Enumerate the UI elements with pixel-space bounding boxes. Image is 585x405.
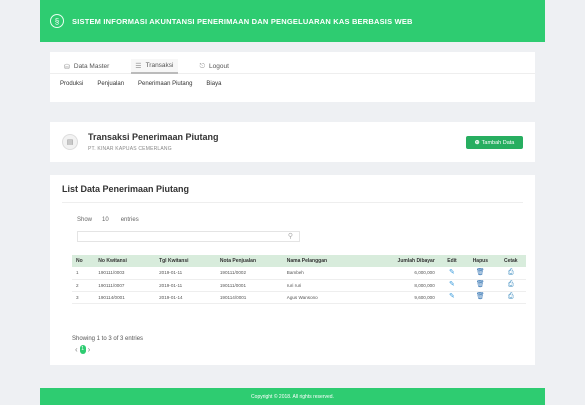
sub-nav: Produksi Penjualan Penerimaan Piutang Bi… xyxy=(50,74,535,87)
subnav-biaya[interactable]: Biaya xyxy=(206,81,221,87)
trash-icon[interactable]: 🗑 xyxy=(476,281,485,289)
logout-icon: ⎋ xyxy=(199,62,206,70)
navigation-card: ⛁ Data Master ☰ Transaksi ⎋ Logout Produ… xyxy=(50,52,535,102)
divider xyxy=(62,202,523,203)
col-edit: Edit xyxy=(447,258,457,264)
page-title: Transaksi Penerimaan Piutang xyxy=(88,132,219,142)
edit-icon[interactable]: ✎ xyxy=(449,281,455,289)
table-row: 2 190111/0007 2019-01-11 190111/0001 rur… xyxy=(72,279,526,291)
page-subtitle: PT. KINAR KAPUAS CEMERLANG xyxy=(88,146,172,152)
list-card: List Data Penerimaan Piutang Show 10 ent… xyxy=(50,175,535,365)
search-input[interactable]: ⚲ xyxy=(77,231,300,242)
main-nav: ⛁ Data Master ☰ Transaksi ⎋ Logout xyxy=(50,52,535,74)
search-icon: ⚲ xyxy=(287,233,293,240)
col-jumlah[interactable]: Jumlah Dibayar xyxy=(384,255,439,267)
edit-icon[interactable]: ✎ xyxy=(449,269,455,277)
nav-data-master-label: Data Master xyxy=(73,63,110,70)
cell-jumlah: 6,000,000 xyxy=(414,270,435,276)
table-row: 1 190111/0003 2019-01-11 190111/0002 Bam… xyxy=(72,267,526,279)
col-nota[interactable]: Nota Penjualan xyxy=(216,255,283,267)
add-data-button[interactable]: ⊕ Tambah Data xyxy=(466,136,523,149)
logo-icon: § xyxy=(50,14,64,28)
cell-kwitansi: 190111/0003 xyxy=(98,270,125,276)
nav-logout[interactable]: ⎋ Logout xyxy=(196,59,233,74)
cell-nota: 190111/0001 xyxy=(219,282,247,288)
nav-data-master[interactable]: ⛁ Data Master xyxy=(60,59,113,74)
nav-transaksi-label: Transaksi xyxy=(145,62,174,69)
cell-nota: 190114/0001 xyxy=(219,294,247,300)
edit-icon[interactable]: ✎ xyxy=(449,293,455,301)
col-kwitansi[interactable]: No Kwitansi xyxy=(94,255,155,267)
cell-no: 2 xyxy=(76,282,79,288)
cell-tgl: 2019-01-14 xyxy=(159,294,183,300)
page-header-card: ▤ Transaksi Penerimaan Piutang PT. KINAR… xyxy=(50,122,535,162)
subnav-produksi[interactable]: Produksi xyxy=(60,81,83,87)
show-label: Show xyxy=(77,217,93,223)
cell-no: 1 xyxy=(76,270,79,276)
app-title: SISTEM INFORMASI AKUNTANSI PENERIMAAN DA… xyxy=(72,16,413,26)
table-row: 3 190114/0001 2019-01-14 190114/0001 Agu… xyxy=(72,291,526,303)
cell-pelanggan: Bambeh xyxy=(286,270,304,276)
page-1-button[interactable]: 1 xyxy=(79,345,86,354)
cell-tgl: 2019-01-11 xyxy=(159,282,183,288)
table-info: Showing 1 to 3 of 3 entries xyxy=(72,336,144,342)
pagination: ‹ 1 › xyxy=(75,345,90,354)
entries-select[interactable]: 10 xyxy=(102,217,109,223)
add-data-label: Tambah Data xyxy=(481,139,515,146)
top-header: § SISTEM INFORMASI AKUNTANSI PENERIMAAN … xyxy=(40,0,545,42)
cell-pelanggan: ruri ruri xyxy=(286,282,302,288)
entries-control: Show 10 entries xyxy=(77,217,139,223)
cell-jumlah: 8,000,000 xyxy=(414,282,435,288)
trash-icon[interactable]: 🗑 xyxy=(476,293,485,301)
subnav-penerimaan-piutang[interactable]: Penerimaan Piutang xyxy=(138,81,192,87)
cell-tgl: 2019-01-11 xyxy=(159,270,183,276)
list-title: List Data Penerimaan Piutang xyxy=(62,184,190,194)
database-icon: ⛁ xyxy=(64,63,70,71)
col-pelanggan[interactable]: Nama Pelanggan xyxy=(283,255,384,267)
print-icon[interactable]: ⎙ xyxy=(508,293,514,301)
list-icon: ☰ xyxy=(135,62,142,70)
cell-no: 3 xyxy=(76,294,79,300)
copyright-text: Copyright © 2018. All rights reserved. xyxy=(251,393,334,400)
receivables-table: No No Kwitansi Tgl Kwitansi Nota Penjual… xyxy=(72,255,526,304)
cell-nota: 190111/0002 xyxy=(219,270,247,276)
footer-bar: Copyright © 2018. All rights reserved. xyxy=(40,388,545,405)
nav-transaksi[interactable]: ☰ Transaksi xyxy=(131,59,178,74)
col-tgl[interactable]: Tgl Kwitansi xyxy=(155,255,216,267)
entries-label: entries xyxy=(120,217,139,223)
cell-kwitansi: 190111/0007 xyxy=(98,282,125,288)
plus-icon: ⊕ xyxy=(474,140,480,146)
col-cetak: Cetak xyxy=(503,258,518,264)
next-page-icon[interactable]: › xyxy=(88,345,91,354)
cell-kwitansi: 190114/0001 xyxy=(98,294,125,300)
cell-pelanggan: Agus Wansono xyxy=(286,294,318,300)
nav-logout-label: Logout xyxy=(209,63,229,70)
print-icon[interactable]: ⎙ xyxy=(508,281,514,289)
prev-page-icon[interactable]: ‹ xyxy=(75,345,78,354)
table-header-row: No No Kwitansi Tgl Kwitansi Nota Penjual… xyxy=(72,255,526,267)
cell-jumlah: 9,600,000 xyxy=(414,294,435,300)
col-no[interactable]: No xyxy=(72,255,94,267)
file-icon: ▤ xyxy=(62,134,78,150)
subnav-penjualan[interactable]: Penjualan xyxy=(97,81,124,87)
print-icon[interactable]: ⎙ xyxy=(508,269,514,277)
col-hapus: Hapus xyxy=(472,258,488,264)
trash-icon[interactable]: 🗑 xyxy=(476,269,485,277)
